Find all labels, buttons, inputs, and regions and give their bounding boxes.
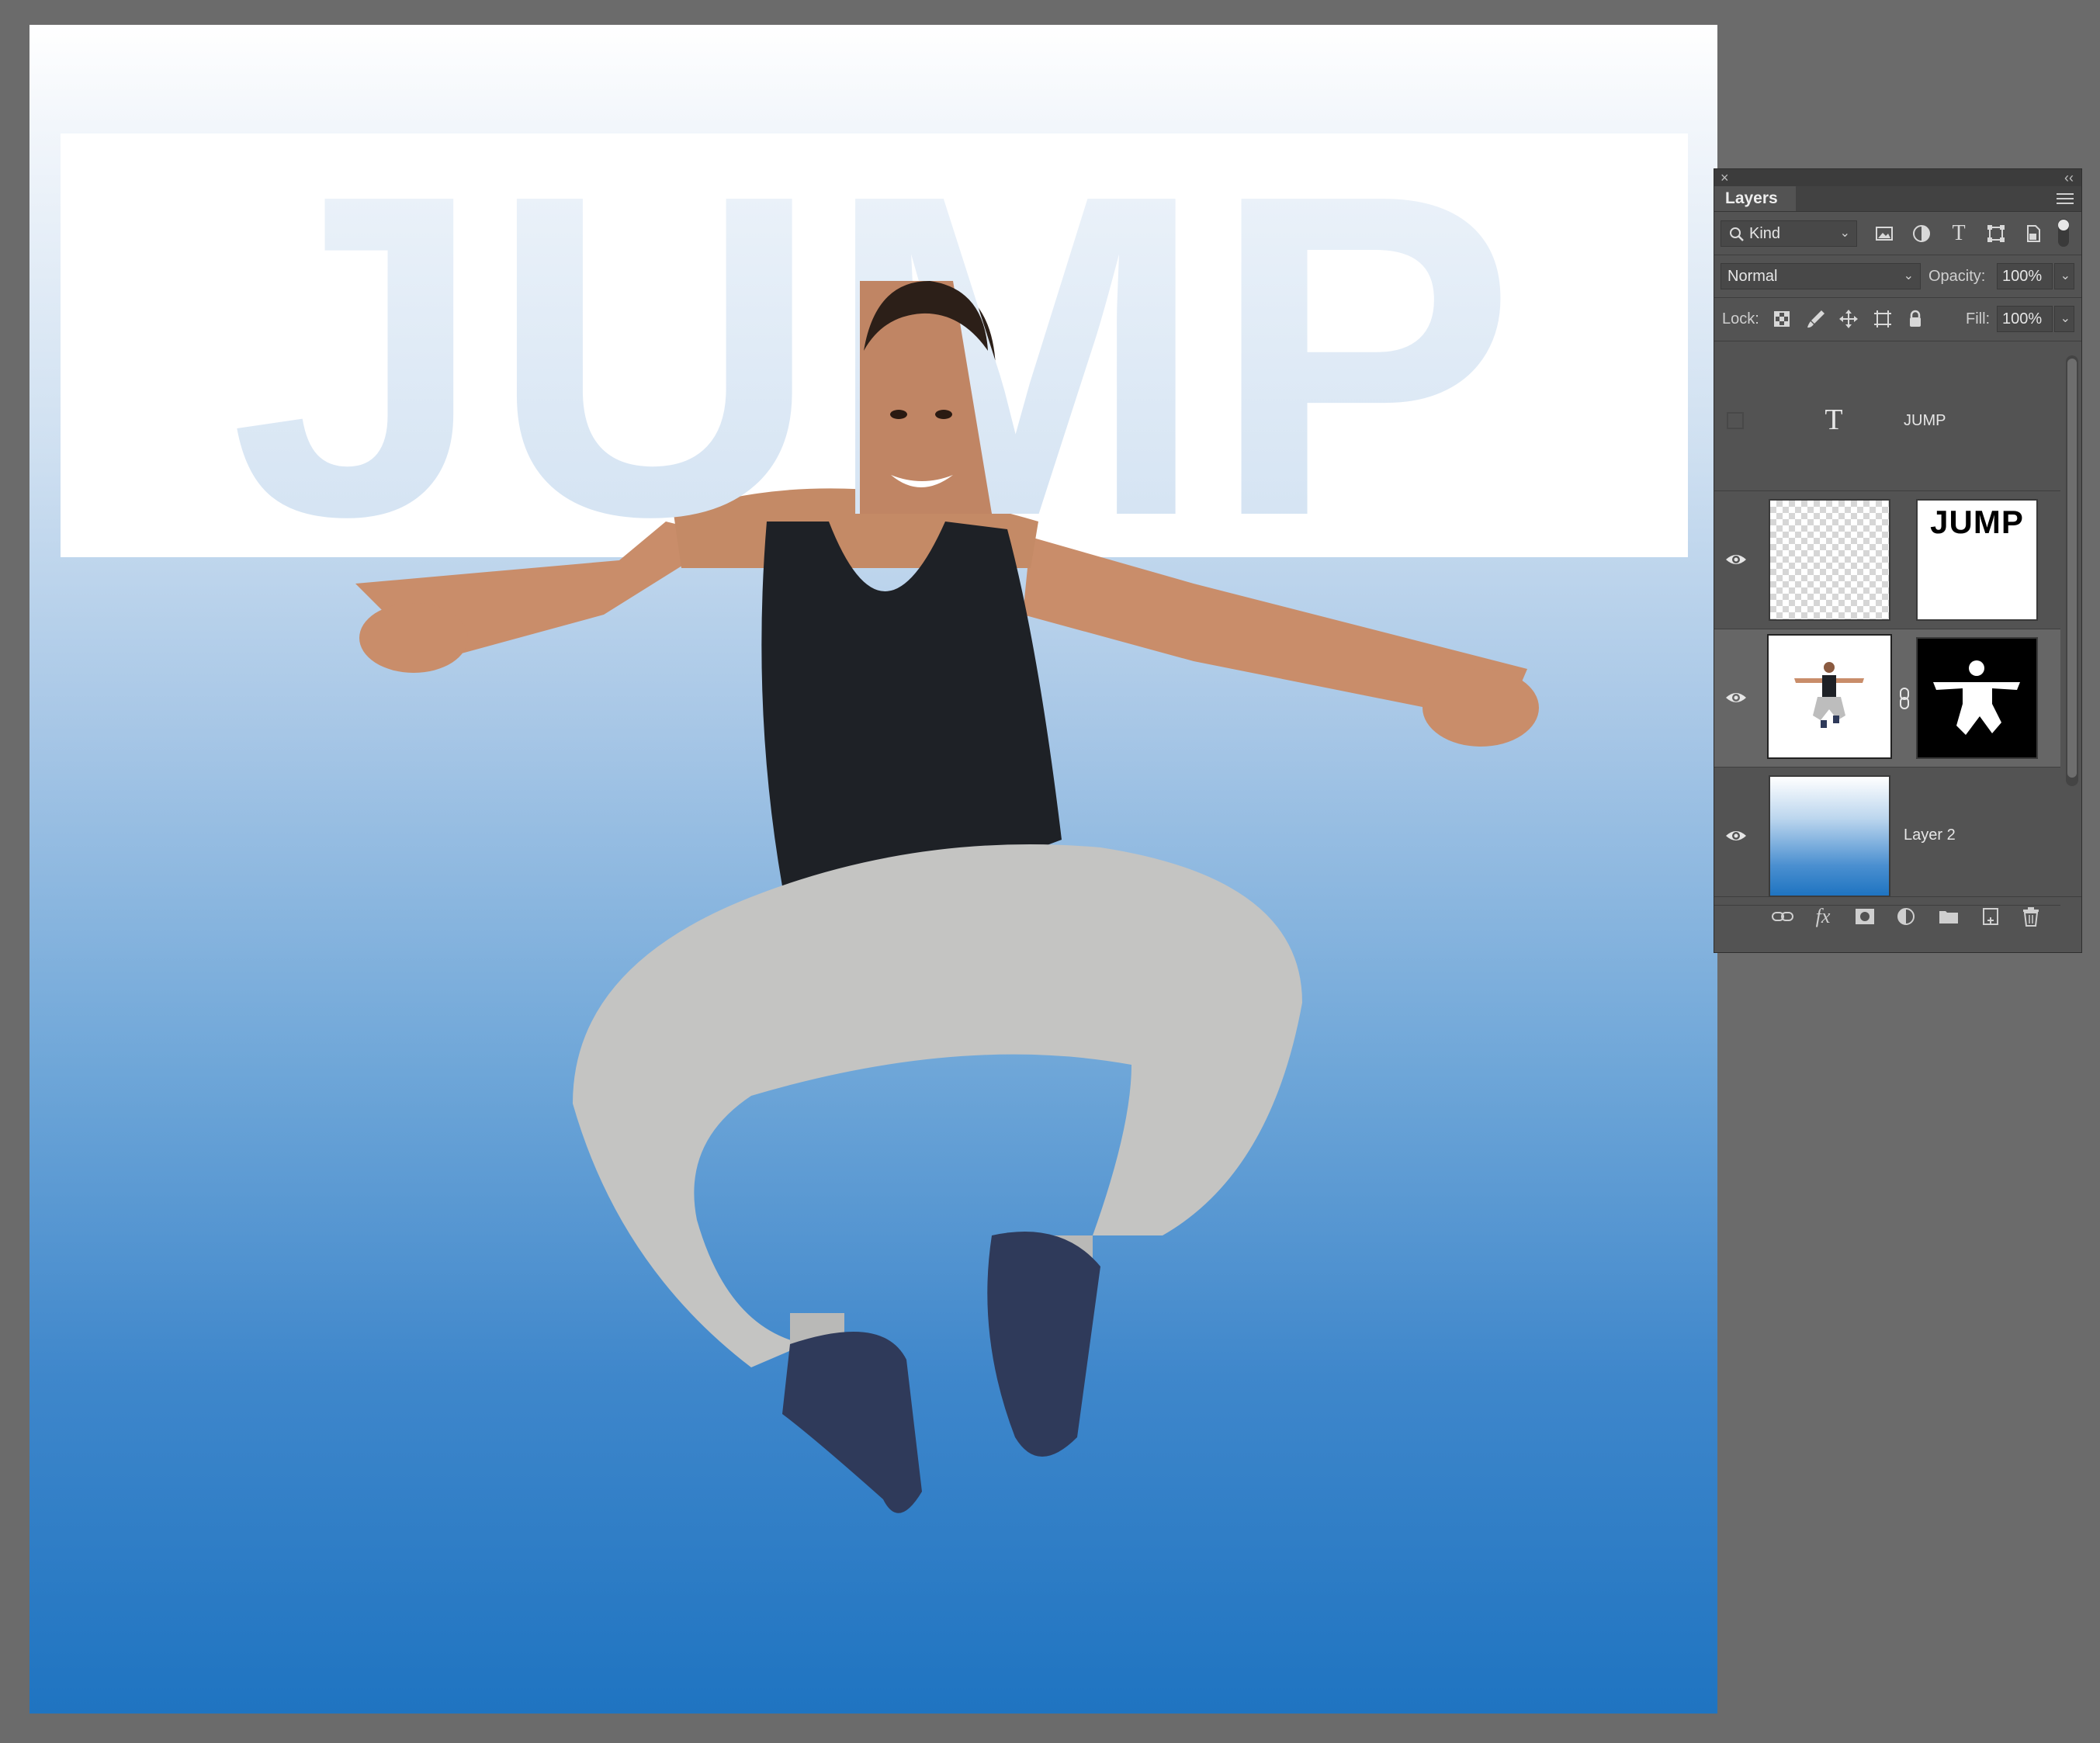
mask-link-icon[interactable] (1897, 687, 1911, 710)
trash-icon[interactable] (2019, 905, 2043, 928)
close-panel-icon[interactable]: × (1721, 169, 1729, 186)
layer-name[interactable]: JUMP (1904, 412, 1946, 430)
lock-pixels-icon[interactable] (1804, 307, 1828, 331)
lock-row: Lock: Fill: 100% ⌄ (1714, 298, 2081, 340)
lock-position-icon[interactable] (1837, 307, 1860, 331)
lock-transparent-icon[interactable] (1770, 307, 1793, 331)
kind-filter-label: Kind (1749, 225, 1781, 242)
opacity-dropdown[interactable]: ⌄ (2054, 263, 2074, 289)
person-thumbnail-icon (1794, 662, 1864, 728)
panel-titlebar: × ‹‹ (1714, 169, 2081, 186)
layer-thumbnail-transparent[interactable] (1769, 499, 1890, 621)
layers-panel[interactable]: × ‹‹ Layers Kind ⌄ T Normal ⌄ Opacity: 1… (1714, 168, 2082, 953)
add-mask-icon[interactable] (1852, 905, 1877, 928)
tab-layers[interactable]: Layers (1714, 186, 1796, 211)
opacity-input[interactable]: 100% (1997, 263, 2053, 289)
blend-mode-value: Normal (1727, 268, 1778, 285)
mask-text: JUMP (1930, 504, 2024, 540)
layer-name[interactable]: Layer 2 (1904, 826, 1956, 844)
text-layer-icon: T (1825, 404, 1843, 436)
fill-label: Fill: (1966, 310, 1991, 327)
panel-menu-icon[interactable] (2057, 192, 2074, 205)
opacity-label: Opacity: (1928, 268, 1986, 285)
adjustment-layer-icon[interactable] (1894, 905, 1919, 928)
layer-thumbnail-gradient[interactable] (1769, 775, 1890, 897)
collapse-panel-icon[interactable]: ‹‹ (2064, 169, 2074, 186)
silhouette-mask-icon (1933, 660, 2020, 735)
kind-filter-select[interactable]: Kind ⌄ (1721, 220, 1857, 247)
lock-artboard-icon[interactable] (1871, 307, 1894, 331)
chevron-down-icon: ⌄ (1903, 269, 1914, 282)
document-canvas[interactable]: JUMP (29, 25, 1717, 1714)
layer-row-masked-blank[interactable]: JUMP (1714, 491, 2060, 629)
search-icon (1730, 227, 1744, 241)
layer-mask-thumbnail[interactable]: JUMP (1916, 499, 2038, 621)
shape-filter-icon[interactable] (1984, 222, 2008, 245)
new-layer-icon[interactable] (1978, 905, 2003, 928)
blend-row: Normal ⌄ Opacity: 100% ⌄ (1714, 255, 2081, 297)
adjustment-filter-icon[interactable] (1910, 222, 1933, 245)
fx-icon[interactable]: fx (1811, 905, 1835, 928)
canvas-artwork: JUMP (61, 100, 1688, 1513)
face-cutout (860, 281, 992, 514)
layer-row-photo[interactable] (1714, 629, 2060, 768)
eye-icon[interactable] (1724, 823, 1748, 848)
layer-thumbnail-photo[interactable] (1767, 634, 1892, 759)
link-layers-icon[interactable] (1770, 905, 1795, 928)
chevron-down-icon: ⌄ (1839, 227, 1850, 240)
layers-scrollbar[interactable] (2066, 355, 2078, 786)
panel-bottom-bar: fx (1714, 896, 2081, 936)
fill-input[interactable]: 100% (1997, 306, 2053, 332)
lock-all-icon[interactable] (1904, 307, 1927, 331)
filter-row: Kind ⌄ T (1714, 213, 2081, 255)
layer-row-jump-text[interactable]: T JUMP (1714, 353, 2060, 491)
new-group-icon[interactable] (1936, 905, 1961, 928)
pixel-filter-icon[interactable] (1873, 222, 1896, 245)
eye-icon[interactable] (1724, 547, 1748, 572)
type-filter-icon[interactable]: T (1947, 222, 1970, 245)
layer-mask-thumbnail[interactable] (1916, 637, 2038, 759)
blend-mode-select[interactable]: Normal ⌄ (1721, 263, 1921, 289)
visibility-toggle-off[interactable] (1727, 412, 1744, 429)
layers-list: T JUMP JUMP Layer 2 (1714, 353, 2060, 906)
panel-tabbar: Layers (1714, 186, 2081, 212)
lock-label: Lock: (1722, 310, 1759, 327)
smartobject-filter-icon[interactable] (2022, 222, 2045, 245)
filter-toggle-icon[interactable] (2056, 217, 2071, 248)
layer-row-gradient[interactable]: Layer 2 (1714, 768, 2060, 906)
fill-dropdown[interactable]: ⌄ (2054, 306, 2074, 332)
eye-icon[interactable] (1724, 685, 1748, 710)
